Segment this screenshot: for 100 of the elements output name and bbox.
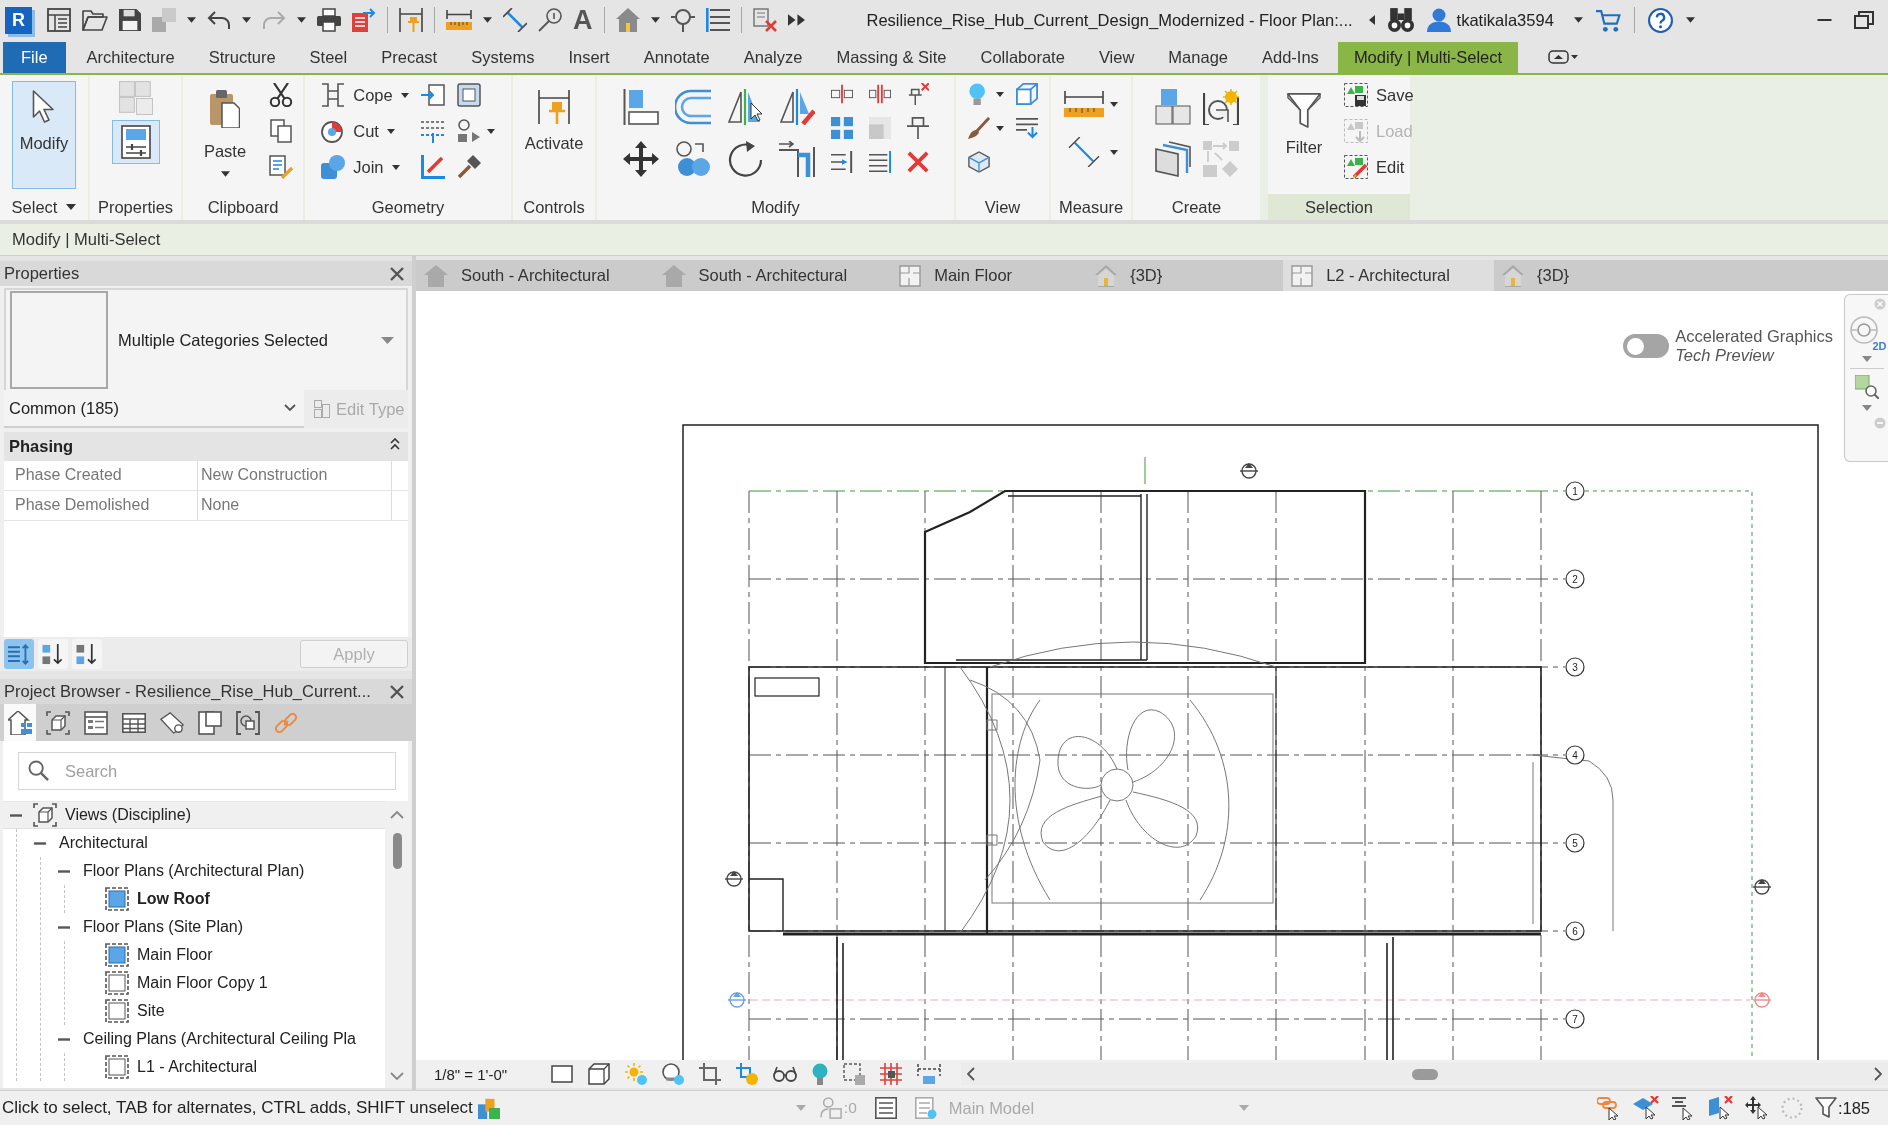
zoom-icon[interactable] xyxy=(1854,375,1879,399)
double-split-icon[interactable] xyxy=(868,83,891,105)
document-tab[interactable]: {3D} xyxy=(1493,260,1690,291)
ribbon-tab[interactable]: File xyxy=(3,42,66,73)
ribbon-tab[interactable]: Add-Ins xyxy=(1245,42,1336,73)
shapes-icon[interactable] xyxy=(456,119,481,143)
isometric-box-icon[interactable] xyxy=(967,151,990,173)
dimension-icon[interactable] xyxy=(917,1064,941,1084)
document-tab[interactable]: {3D} xyxy=(1087,260,1284,291)
restore-icon[interactable] xyxy=(1854,11,1874,29)
drag-cursor-icon[interactable] xyxy=(1744,1096,1769,1120)
caret-icon[interactable] xyxy=(650,17,660,23)
diagonal-dimension-icon[interactable] xyxy=(503,8,527,32)
lines-pointer-icon[interactable] xyxy=(830,151,853,173)
dotted-circle-icon[interactable] xyxy=(1780,1097,1803,1119)
scroll-up-icon[interactable] xyxy=(390,811,404,819)
caret-icon[interactable] xyxy=(242,17,251,23)
filter-button[interactable]: Filter xyxy=(1272,81,1336,189)
bracket-sun-icon[interactable] xyxy=(1202,89,1239,125)
circles-icon[interactable] xyxy=(662,1063,684,1085)
browser-tool-button[interactable] xyxy=(4,704,36,741)
activate-button[interactable]: Activate xyxy=(519,81,589,189)
tag-icon[interactable] xyxy=(538,8,562,32)
crop-icon[interactable] xyxy=(699,1063,721,1085)
pin-cross-icon[interactable] xyxy=(906,83,929,105)
tool-button[interactable]: Cope xyxy=(321,83,409,107)
save-icon[interactable] xyxy=(119,9,141,31)
lines-arrow-icon[interactable] xyxy=(1015,117,1038,139)
tool-button[interactable]: Cut xyxy=(321,119,409,143)
ruler-icon[interactable] xyxy=(446,10,472,30)
tool-button[interactable]: Edit xyxy=(1344,155,1414,179)
caret-icon[interactable] xyxy=(1110,149,1118,155)
app-logo[interactable]: R xyxy=(5,6,32,34)
caret-icon[interactable] xyxy=(483,17,492,23)
house-icon[interactable] xyxy=(615,8,640,32)
nested-arcs-icon[interactable] xyxy=(674,89,711,125)
tree-item[interactable]: L1 - Architectural xyxy=(137,1058,258,1076)
caret-icon[interactable] xyxy=(1368,15,1375,25)
diamond-cursor-icon[interactable] xyxy=(1632,1096,1659,1120)
scroll-right-icon[interactable] xyxy=(1874,1067,1882,1081)
elevation-marker-icon[interactable] xyxy=(724,871,744,887)
lines-edge-icon[interactable] xyxy=(868,151,891,173)
caret-icon[interactable] xyxy=(297,17,306,23)
document-arrow-icon[interactable] xyxy=(352,8,376,32)
glasses-icon[interactable] xyxy=(773,1066,797,1082)
ribbon-tab[interactable]: Annotate xyxy=(626,42,727,73)
caret-icon[interactable] xyxy=(486,128,495,134)
link-cursor-icon[interactable] xyxy=(1596,1096,1621,1120)
ribbon-tab[interactable]: Modify | Multi-Select xyxy=(1337,42,1519,73)
user-menu[interactable]: tkatikala3594 xyxy=(1426,8,1583,32)
property-value[interactable]: None xyxy=(198,491,392,520)
scroll-thumb[interactable] xyxy=(392,833,402,869)
panels-icon[interactable] xyxy=(1154,141,1191,177)
ribbon-tab[interactable]: View xyxy=(1081,42,1152,73)
mirror-pencil-icon[interactable] xyxy=(778,89,815,125)
ribbon-tab[interactable]: Insert xyxy=(551,42,627,73)
document-tab[interactable]: South - Architectural xyxy=(416,260,654,291)
elevation-marker-icon[interactable] xyxy=(1239,463,1259,479)
help-icon[interactable] xyxy=(1647,7,1673,33)
dashed-box-icon[interactable] xyxy=(843,1063,865,1085)
move-arrows-icon[interactable] xyxy=(622,141,659,177)
hammer-icon[interactable] xyxy=(456,155,481,179)
elevation-marker-icon[interactable] xyxy=(1752,992,1772,1008)
corner-stroke-icon[interactable] xyxy=(420,155,445,179)
view-mode-button[interactable] xyxy=(72,639,102,669)
lines-icon[interactable] xyxy=(705,8,730,32)
filter-dropdown[interactable]: Common (185) xyxy=(4,390,304,428)
scroll-thumb[interactable] xyxy=(1411,1068,1438,1080)
view-mode-button[interactable] xyxy=(38,639,68,669)
chevrons-icon[interactable] xyxy=(787,14,805,26)
caret-icon[interactable] xyxy=(995,91,1004,97)
toggle-switch[interactable] xyxy=(1623,334,1670,358)
brush-icon[interactable] xyxy=(967,117,990,139)
cube-icon[interactable] xyxy=(588,1063,610,1085)
printer-icon[interactable] xyxy=(317,8,341,32)
list-icon[interactable] xyxy=(874,1097,897,1119)
split-boxes-icon[interactable] xyxy=(830,83,853,105)
select-dropdown[interactable]: Select xyxy=(11,197,77,217)
crop-circle-icon[interactable] xyxy=(736,1063,758,1085)
document-pencil-icon[interactable] xyxy=(269,155,293,179)
scroll-down-icon[interactable] xyxy=(390,1072,404,1080)
circle-marker-icon[interactable] xyxy=(670,8,695,32)
dimension-pin-icon[interactable] xyxy=(399,8,423,32)
property-value[interactable]: New Construction xyxy=(198,461,392,490)
collapse-icon[interactable] xyxy=(58,925,70,929)
cart-icon[interactable] xyxy=(1595,8,1621,32)
lines-cursor-icon[interactable] xyxy=(1670,1096,1695,1120)
delete-icon[interactable] xyxy=(906,151,929,173)
undo-icon[interactable] xyxy=(207,11,231,29)
dashed-lines-icon[interactable] xyxy=(420,119,445,143)
rectangle-icon[interactable] xyxy=(551,1065,573,1083)
document-cross-icon[interactable] xyxy=(752,8,777,32)
tool-button[interactable]: Save xyxy=(1344,83,1414,107)
aligned-blocks-icon[interactable] xyxy=(622,89,659,125)
ribbon-tab[interactable]: Analyze xyxy=(726,42,820,73)
copy-icon[interactable] xyxy=(269,119,293,143)
properties-toggle[interactable] xyxy=(111,120,160,164)
tree-item[interactable]: Floor Plans (Architectural Plan) xyxy=(83,862,305,880)
type-selector[interactable]: Multiple Categories Selected xyxy=(4,288,408,390)
folder-icon[interactable] xyxy=(82,9,108,31)
